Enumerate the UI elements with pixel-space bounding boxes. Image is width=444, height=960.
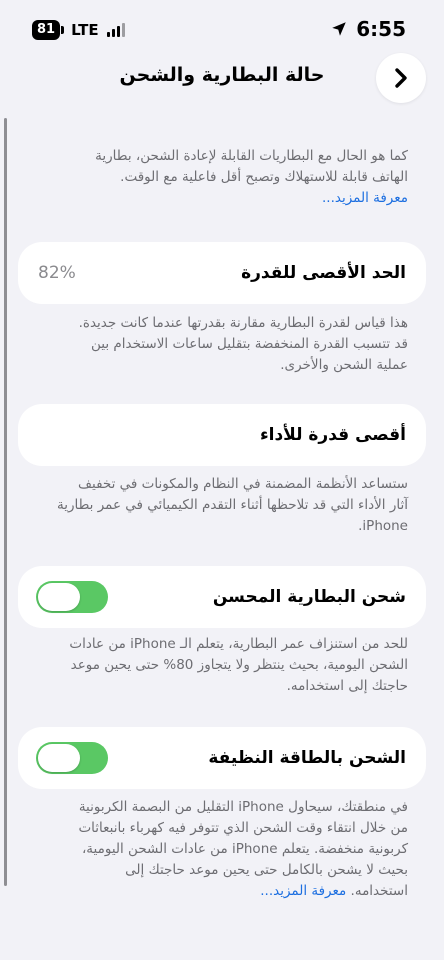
- maximum-capacity-label: الحد الأقصى للقدرة: [241, 263, 406, 283]
- toggle-knob: [38, 744, 80, 772]
- optimized-charging-row: شحن البطارية المحسن: [18, 566, 426, 628]
- desc-line: الشحن اليومية، بحيث ينتظر ولا يتجاوز 80%…: [70, 657, 408, 673]
- scrollbar[interactable]: [4, 118, 7, 886]
- desc-line: بحيث لا يشحن بالكامل حتى يحين موعد حاجتك…: [125, 862, 408, 878]
- peak-performance-label: أقصى قدرة للأداء: [259, 425, 406, 445]
- network-type: LTE: [71, 21, 99, 39]
- desc-line: كربونية منخفضة. يتعلم iPhone من عادات ال…: [81, 841, 408, 857]
- peak-performance-description: ستساعد الأنظمة المضمنة في النظام والمكون…: [18, 474, 408, 537]
- desc-line: للحد من استنزاف عمر البطارية، يتعلم الـ …: [69, 636, 408, 652]
- peak-performance-row[interactable]: أقصى قدرة للأداء: [18, 404, 426, 466]
- desc-line: في منطقتك، سيحاول iPhone التقليل من البص…: [78, 799, 408, 815]
- desc-line: عملية الشحن والأخرى.: [280, 357, 408, 373]
- desc-line: قد تتسبب القدرة المنخفضة بتقليل ساعات ال…: [91, 336, 408, 352]
- status-left: 81 LTE: [32, 20, 125, 40]
- status-bar: 81 LTE 6:55: [0, 0, 444, 56]
- desc-line: آثار الأداء التي قد تلاحظها أثناء التقدم…: [56, 497, 408, 513]
- learn-more-link[interactable]: معرفة المزيد...: [260, 883, 346, 899]
- intro-line: الهاتف قابلة للاستهلاك وتصبح أقل فاعلية …: [120, 169, 408, 185]
- desc-line: حاجتك إلى استخدامه.: [286, 678, 408, 694]
- desc-line: ستساعد الأنظمة المضمنة في النظام والمكون…: [78, 476, 408, 492]
- clean-energy-description: في منطقتك، سيحاول iPhone التقليل من البص…: [18, 797, 408, 902]
- maximum-capacity-value: 82%: [38, 263, 76, 283]
- toggle-knob: [38, 583, 80, 611]
- desc-line: هذا قياس لقدرة البطارية مقارنة بقدرتها ع…: [78, 315, 408, 331]
- optimized-charging-toggle[interactable]: [36, 581, 108, 613]
- location-arrow-icon: [332, 22, 346, 36]
- desc-line: iPhone.: [358, 518, 408, 534]
- signal-icon: [106, 23, 125, 37]
- desc-line: من خلال انتقاء وقت الشحن الذي تتوفر فيه …: [78, 820, 408, 836]
- back-button[interactable]: [376, 53, 426, 103]
- status-right: 6:55: [330, 17, 406, 41]
- battery-indicator: 81: [32, 20, 65, 40]
- optimized-charging-label: شحن البطارية المحسن: [212, 587, 406, 607]
- learn-more-link[interactable]: معرفة المزيد...: [322, 190, 408, 206]
- maximum-capacity-description: هذا قياس لقدرة البطارية مقارنة بقدرتها ع…: [18, 313, 408, 376]
- intro-line: كما هو الحال مع البطاريات القابلة لإعادة…: [95, 148, 408, 164]
- clock-time: 6:55: [356, 17, 406, 41]
- desc-line: استخدامه.: [350, 883, 408, 899]
- clean-energy-charging-row: الشحن بالطاقة النظيفة: [18, 727, 426, 789]
- intro-description: كما هو الحال مع البطاريات القابلة لإعادة…: [18, 146, 408, 209]
- clean-energy-charging-label: الشحن بالطاقة النظيفة: [208, 748, 406, 768]
- optimized-charging-description: للحد من استنزاف عمر البطارية، يتعلم الـ …: [18, 634, 408, 697]
- chevron-right-icon: [395, 68, 407, 88]
- clean-energy-charging-toggle[interactable]: [36, 742, 108, 774]
- maximum-capacity-row: الحد الأقصى للقدرة 82%: [18, 242, 426, 304]
